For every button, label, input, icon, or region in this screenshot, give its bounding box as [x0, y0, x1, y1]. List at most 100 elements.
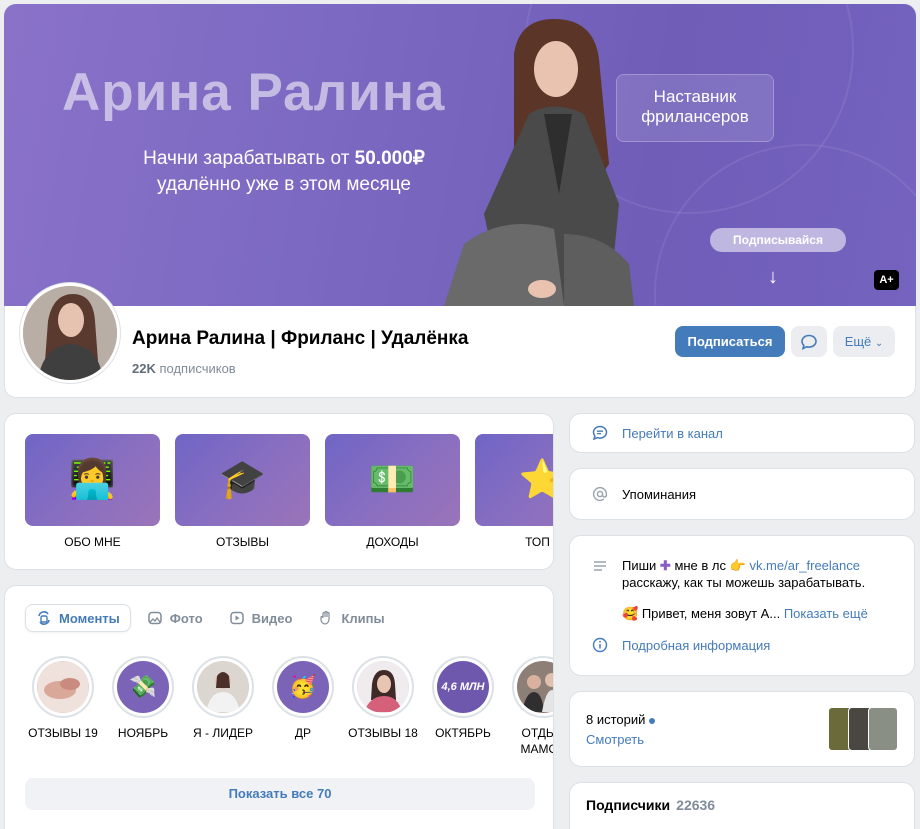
story-highlight[interactable]: 4,6 МЛН ОКТЯБРЬ — [423, 656, 503, 742]
show-more-link[interactable]: Показать ещё — [784, 606, 868, 621]
go-to-channel-card[interactable]: Перейти в канал — [569, 413, 915, 453]
graduation-cap-icon: 🎓 — [218, 459, 267, 501]
star-icon: ⭐ — [475, 458, 553, 502]
mentions-card[interactable]: Упоминания — [569, 468, 915, 520]
story-cover-text: 4,6 МЛН — [437, 661, 489, 713]
at-sign-icon — [592, 486, 608, 502]
cover-banner: Арина Ралина Начни зарабатывать от 50.00… — [4, 4, 916, 306]
story-thumbnail — [868, 707, 898, 751]
about-text-4: Привет, меня зовут А... — [641, 606, 781, 621]
money-wings-icon: 💸 — [117, 661, 169, 713]
watch-stories-link[interactable]: Смотреть — [586, 732, 644, 747]
followers-number: 22K — [132, 361, 156, 376]
video-icon — [229, 611, 244, 625]
story-ring — [512, 656, 553, 718]
story-label: НОЯБРЬ — [117, 726, 169, 740]
followers-label: подписчиков — [159, 361, 236, 376]
plus-emoji-icon: ✚ — [659, 558, 671, 573]
avatar[interactable] — [20, 283, 120, 383]
about-text-3: расскажу, как ты можешь зарабатывать. — [622, 575, 866, 590]
followers-count[interactable]: 22K подписчиков — [132, 361, 236, 376]
details-row[interactable]: Подробная информация — [592, 637, 770, 653]
cover-tagline: Начни зарабатывать от 50.000₽ удалённо у… — [114, 146, 454, 197]
menu-tile-about[interactable]: 👩‍💻 — [25, 434, 160, 526]
stories-count-text: 8 историй — [586, 712, 646, 727]
story-highlight[interactable]: ОТЗЫВЫ 18 — [343, 656, 423, 742]
story-highlight[interactable]: ОТДЫХМАМОЧ — [503, 656, 553, 757]
story-ring — [32, 656, 94, 718]
tab-video[interactable]: Видео — [219, 604, 303, 632]
menu-tile-top[interactable]: ⭐ — [475, 434, 553, 526]
story-cover — [357, 661, 409, 713]
mentions-label: Упоминания — [622, 486, 697, 502]
tab-label: Моменты — [59, 610, 120, 626]
tab-label: Видео — [251, 610, 293, 626]
community-menu: 👩‍💻 ОБО МНЕ 🎓 ОТЗЫВЫ 💵 ДОХОДЫ ⭐ ТОП 1 — [4, 413, 554, 570]
chat-icon — [592, 425, 608, 441]
clips-icon — [320, 610, 331, 625]
review-photo — [358, 662, 408, 712]
details-link[interactable]: Подробная информация — [622, 638, 770, 653]
vacation-photo — [518, 662, 553, 712]
cover-title: Арина Ралина — [62, 63, 446, 122]
info-icon — [592, 637, 608, 653]
story-cover — [37, 661, 89, 713]
tagline-amount: 50.000₽ — [354, 148, 425, 169]
story-highlight[interactable]: 💸 НОЯБРЬ — [103, 656, 183, 742]
about-description: Пиши ✚ мне в лс 👉 vk.me/ar_freelance рас… — [622, 557, 865, 591]
pointing-hand-icon: 👉 — [729, 558, 746, 573]
subscribe-button[interactable]: Подписаться — [675, 326, 785, 357]
story-label: Я - ЛИДЕР — [193, 726, 253, 740]
story-highlight[interactable]: ОТЗЫВЫ 19 — [23, 656, 103, 742]
media-section: Моменты Фото Видео Клипы ОТЗЫВЫ 19 💸 НОЯ… — [4, 585, 554, 829]
tab-photo[interactable]: Фото — [137, 604, 213, 632]
subscribers-title[interactable]: Подписчики 22636 — [586, 797, 715, 813]
arrow-down-icon: ↓ — [768, 266, 778, 288]
menu-tile-label: ДОХОДЫ — [366, 535, 419, 549]
subscribers-label: Подписчики — [586, 797, 671, 813]
mentions-row[interactable]: Упоминания — [592, 486, 696, 502]
go-channel-row[interactable]: Перейти в канал — [592, 425, 723, 441]
text-lines-icon — [594, 561, 606, 571]
show-all-button[interactable]: Показать все 70 — [25, 778, 535, 810]
story-ring: 🥳 — [272, 656, 334, 718]
media-tabs: Моменты Фото Видео Клипы — [25, 604, 395, 632]
font-size-button[interactable]: A+ — [874, 270, 899, 290]
menu-tile-income[interactable]: 💵 — [325, 434, 460, 526]
mentor-line-1: Наставник — [653, 87, 737, 106]
about-text-1: Пиши — [622, 558, 660, 573]
tagline-text: Начни зарабатывать от — [143, 148, 355, 169]
more-button[interactable]: Ещё ⌄ — [833, 326, 895, 357]
story-label: ОКТЯБРЬ — [435, 726, 491, 740]
hugging-face-icon: 🥰 — [622, 606, 639, 621]
subscribers-count: 22636 — [676, 797, 716, 813]
mentor-badge: Наставник фрилансеров — [616, 74, 774, 142]
stories-card[interactable]: 8 историй Смотреть — [569, 691, 915, 767]
tab-clips[interactable]: Клипы — [308, 604, 394, 632]
about-text-2: мне в лс — [670, 558, 730, 573]
subscribers-card[interactable]: Подписчики 22636 — [569, 782, 915, 829]
community-name: Арина Ралина | Фриланс | Удалёнка — [132, 328, 469, 349]
story-highlight[interactable]: 🥳 ДР — [263, 656, 343, 742]
message-button[interactable] — [791, 326, 827, 357]
leader-photo — [198, 662, 248, 712]
about-greeting: 🥰 Привет, меня зовут А... Показать ещё — [622, 605, 868, 622]
story-label-line2: МАМОЧ — [520, 741, 553, 756]
vk-me-link[interactable]: vk.me/ar_freelance — [749, 558, 860, 573]
stories-thumbnails[interactable] — [828, 706, 900, 752]
tab-moments[interactable]: Моменты — [25, 604, 131, 632]
menu-tile-reviews[interactable]: 🎓 — [175, 434, 310, 526]
story-ring — [192, 656, 254, 718]
story-label: ОТЗЫВЫ 19 — [28, 726, 98, 740]
story-label: ОТДЫХМАМОЧ — [503, 726, 553, 757]
story-ring: 💸 — [112, 656, 174, 718]
go-channel-link[interactable]: Перейти в канал — [622, 426, 723, 441]
cover-subscribe-pill: Подписывайся — [710, 228, 846, 252]
party-face-icon: 🥳 — [277, 661, 329, 713]
story-cover — [197, 661, 249, 713]
story-highlight[interactable]: Я - ЛИДЕР — [183, 656, 263, 742]
money-stack-icon: 💵 — [368, 459, 417, 501]
story-label-line1: ОТДЫХ — [521, 726, 553, 740]
stories-count: 8 историй — [586, 712, 656, 727]
story-ring: 4,6 МЛН — [432, 656, 494, 718]
